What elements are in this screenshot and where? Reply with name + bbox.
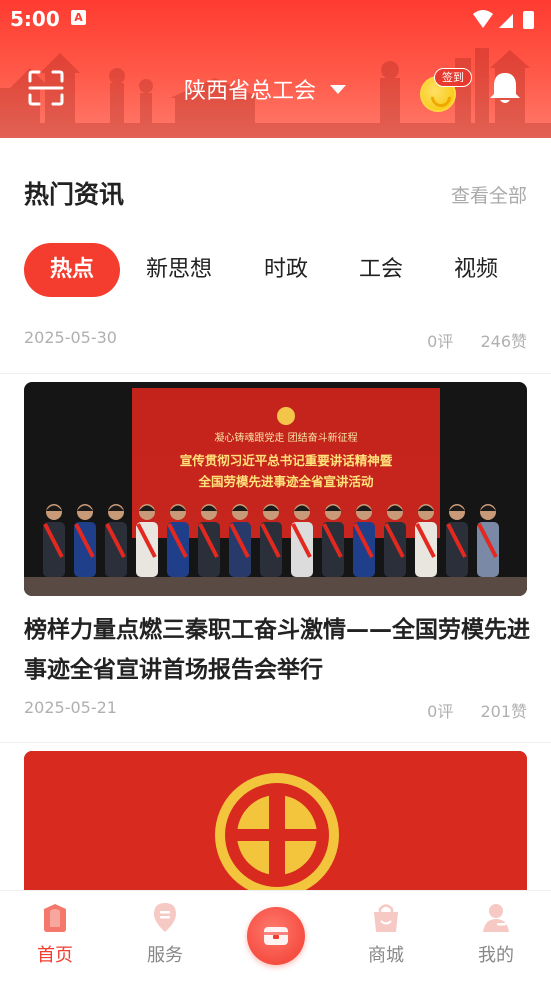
- caret-down-icon: [330, 84, 347, 94]
- wifi-icon: [473, 10, 493, 28]
- status-time: 5:00: [10, 7, 60, 31]
- tab-politics[interactable]: 时政: [250, 243, 322, 297]
- news-image-union-emblem[interactable]: [24, 751, 527, 890]
- news-stats: 0评 201赞: [405, 698, 527, 722]
- center-wallet-button[interactable]: [247, 907, 305, 965]
- comment-count: 0评: [427, 332, 454, 351]
- news-stats: 0评 246赞: [405, 328, 527, 352]
- comment-count: 0评: [427, 702, 454, 721]
- nav-label: 服务: [147, 945, 183, 966]
- home-icon: [44, 904, 66, 932]
- like-count: 246赞: [480, 332, 527, 351]
- notification-app-icon: A: [71, 10, 86, 25]
- scan-icon[interactable]: [28, 70, 64, 106]
- wallet-icon: [264, 927, 288, 945]
- nav-label: 商城: [368, 945, 404, 966]
- banner-line-1: 凝心铸魂跟党走 团结奋斗新征程: [214, 431, 357, 444]
- nav-profile[interactable]: 我的: [456, 901, 536, 967]
- sign-in-button[interactable]: 签到: [416, 68, 472, 112]
- tab-hot[interactable]: 热点: [24, 243, 120, 297]
- section-title: 热门资讯: [24, 180, 125, 209]
- banner-line-3: 全国劳模先进事迹全省宣讲活动: [197, 474, 374, 489]
- nav-label: 我的: [478, 945, 514, 966]
- tab-union[interactable]: 工会: [345, 243, 417, 297]
- nav-home[interactable]: 首页: [15, 901, 95, 967]
- nav-service[interactable]: 服务: [125, 901, 205, 967]
- nav-label: 首页: [37, 945, 73, 966]
- tab-video[interactable]: 视频: [440, 243, 512, 297]
- tab-new-thought[interactable]: 新思想: [134, 243, 224, 297]
- bell-icon[interactable]: [488, 70, 522, 106]
- banner-line-2: 宣传贯彻习近平总书记重要讲话精神暨: [180, 453, 393, 468]
- news-date: 2025-05-30: [24, 328, 117, 347]
- system-status-icons: [473, 10, 534, 29]
- organization-name: 陕西省总工会: [184, 79, 317, 104]
- news-title[interactable]: 榜样力量点燃三秦职工奋斗激情——全国劳模先进事迹全省宣讲首场报告会举行: [24, 610, 534, 690]
- top-header: 5:00 A 陕西省总工会 签到: [0, 0, 551, 138]
- people-row: [43, 504, 499, 577]
- service-icon: [154, 903, 176, 932]
- divider: [0, 373, 551, 374]
- award-ceremony-photo: 凝心铸魂跟党走 团结奋斗新征程 宣传贯彻习近平总书记重要讲话精神暨 全国劳模先进…: [24, 382, 527, 596]
- news-meta-row: 2025-05-30 0评 246赞: [24, 328, 527, 352]
- nav-shop[interactable]: 商城: [346, 901, 426, 967]
- news-meta-row: 2025-05-21 0评 201赞: [24, 698, 527, 722]
- organization-selector[interactable]: 陕西省总工会: [184, 72, 347, 106]
- status-bar: 5:00 A: [0, 0, 551, 38]
- battery-icon: [523, 11, 534, 29]
- news-date: 2025-05-21: [24, 698, 117, 717]
- category-tabs: 热点 新思想 时政 工会 视频: [24, 243, 534, 297]
- sign-in-badge: 签到: [434, 68, 472, 87]
- view-all-link[interactable]: 查看全部: [451, 181, 527, 208]
- trade-union-emblem-icon: [24, 751, 527, 890]
- divider: [0, 742, 551, 743]
- user-icon: [483, 904, 509, 932]
- shop-bag-icon: [374, 904, 398, 932]
- news-image-award-ceremony[interactable]: 凝心铸魂跟党走 团结奋斗新征程 宣传贯彻习近平总书记重要讲话精神暨 全国劳模先进…: [24, 382, 527, 596]
- bottom-navigation: 首页 服务 商城 我的: [0, 890, 551, 981]
- news-feed[interactable]: 2025-05-30 0评 246赞 凝心铸魂跟党走 团结奋斗新征程 宣传贯彻习…: [0, 320, 551, 890]
- like-count: 201赞: [480, 702, 527, 721]
- signal-icon: [499, 14, 513, 28]
